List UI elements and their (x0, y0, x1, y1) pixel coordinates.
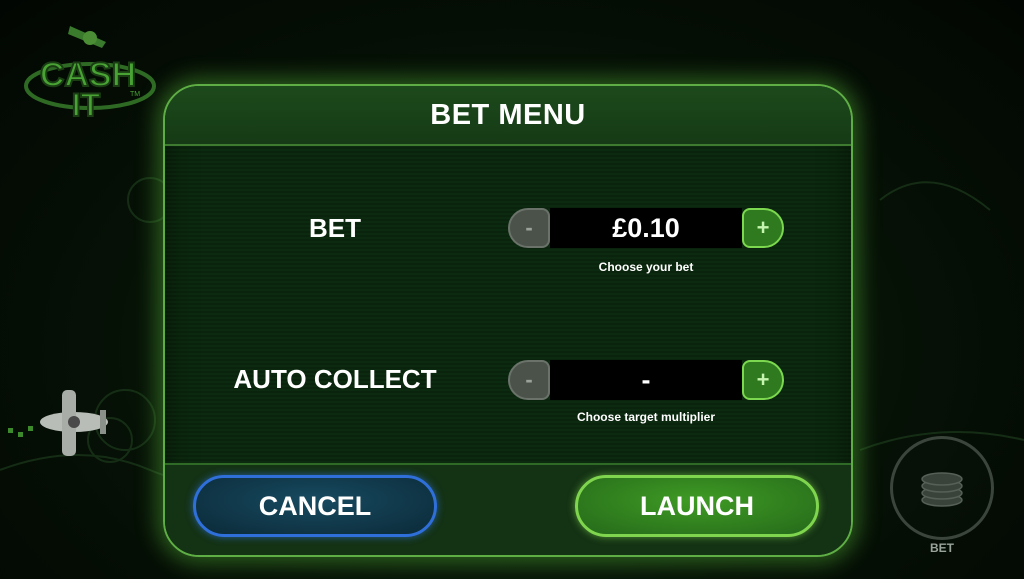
logo-line2: IT (72, 87, 101, 123)
logo-trademark: TM (130, 91, 140, 98)
bet-button[interactable] (890, 436, 994, 540)
modal-title: BET MENU (430, 98, 586, 131)
auto-collect-increase-button[interactable]: + (742, 360, 784, 400)
minus-icon: - (525, 367, 533, 392)
bet-decrease-button[interactable]: - (508, 208, 550, 248)
cash-it-logo: CASH IT TM (24, 26, 156, 124)
bet-value: £0.10 (550, 208, 742, 248)
auto-collect-decrease-button[interactable]: - (508, 360, 550, 400)
bet-hint: Choose your bet (598, 260, 694, 274)
bet-label: BET (309, 213, 361, 243)
plus-icon: + (756, 215, 770, 240)
auto-collect-value: - (550, 360, 742, 400)
bet-stepper: - £0.10 + (508, 208, 784, 248)
coin-stack-icon (921, 472, 963, 507)
plane-icon (8, 390, 108, 456)
bet-increase-button[interactable]: + (742, 208, 784, 248)
cancel-button[interactable]: CANCEL (193, 475, 437, 537)
launch-button[interactable]: LAUNCH (575, 475, 819, 537)
auto-collect-stepper: - - + (508, 360, 784, 400)
modal-header: BET MENU (165, 86, 851, 146)
modal-footer: CANCEL LAUNCH (165, 463, 851, 555)
minus-icon: - (525, 215, 533, 240)
bet-button-label: BET (930, 541, 954, 555)
auto-collect-label: AUTO COLLECT (233, 364, 437, 394)
auto-collect-hint: Choose target multiplier (576, 410, 716, 424)
plus-icon: + (756, 367, 770, 392)
bet-menu-modal: BET MENU BET - £0.10 + Choose your bet A… (163, 84, 853, 557)
